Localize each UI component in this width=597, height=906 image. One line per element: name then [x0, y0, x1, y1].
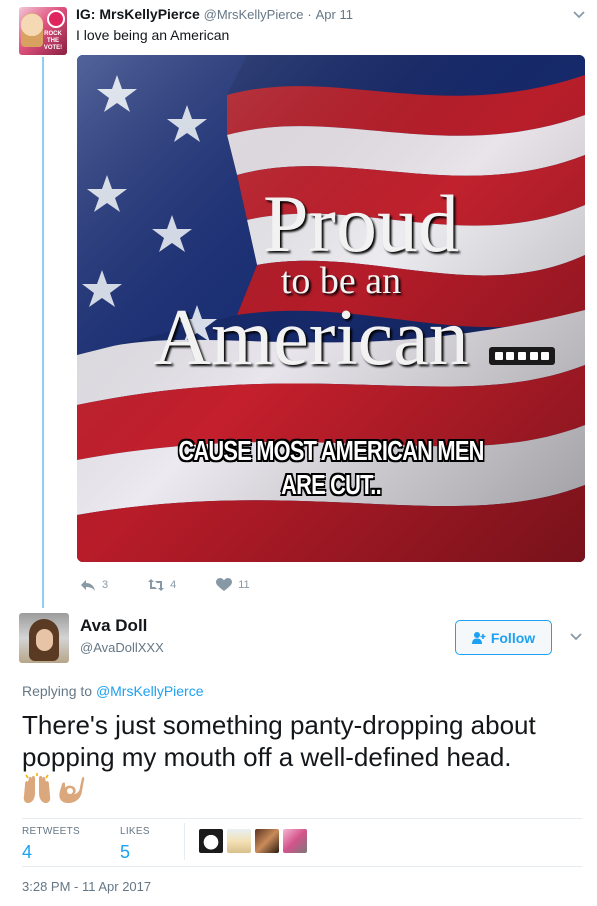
parent-tweet: ROCK THE VOTE! IG: MrsKellyPierce @MrsKe…: [0, 0, 597, 608]
parent-avatar[interactable]: ROCK THE VOTE!: [19, 7, 67, 55]
replying-prefix: Replying to: [22, 683, 93, 699]
ok-hand-emoji: [59, 776, 85, 803]
like-count: 11: [238, 579, 250, 591]
parent-action-bar: 3 4 11: [80, 576, 290, 594]
like-action[interactable]: 11: [216, 578, 250, 592]
retweet-icon: [148, 579, 165, 591]
parent-handle[interactable]: @MrsKellyPierce: [204, 7, 304, 22]
parent-date[interactable]: Apr 11: [316, 7, 353, 22]
replying-mention-link[interactable]: @MrsKellyPierce: [96, 683, 204, 699]
divider-top: [22, 818, 582, 819]
likes-value: 5: [119, 842, 130, 862]
parent-separator: ·: [307, 7, 312, 22]
reply-handle[interactable]: @AvaDollXXX: [80, 640, 164, 655]
reply-avatar[interactable]: [19, 613, 69, 663]
raised-hands-emoji: [23, 773, 51, 803]
liker-avatar[interactable]: [283, 829, 307, 853]
chevron-down-icon[interactable]: [572, 8, 586, 22]
engagement-stats: RETWEETS 4 LIKES 5: [22, 826, 190, 863]
liker-avatar[interactable]: [227, 829, 251, 853]
emoji-row: [22, 773, 90, 805]
likes-label: LIKES: [119, 826, 150, 837]
reply-icon: [81, 580, 95, 591]
avatar-face: [21, 13, 43, 47]
avatar-text: ROCK THE VOTE!: [43, 31, 63, 51]
parent-tweet-text: I love being an American: [76, 27, 230, 43]
parent-header: IG: MrsKellyPierce @MrsKellyPierce · Apr…: [76, 6, 353, 22]
heart-icon: [216, 578, 233, 591]
tweet-media-image[interactable]: Proud to be an American CAUSE MOST AMERI…: [77, 55, 585, 562]
follow-button[interactable]: Follow: [455, 620, 552, 655]
thread-line: [42, 57, 44, 608]
avatar-face: [36, 629, 53, 651]
reply-action[interactable]: 3: [80, 578, 108, 592]
media-dots: [489, 347, 555, 365]
meme-caption-line1: CAUSE MOST AMERICAN MEN: [178, 435, 484, 466]
media-text-american: American: [153, 294, 469, 382]
liker-avatar[interactable]: [255, 829, 279, 853]
follow-user-icon: [471, 631, 486, 644]
liker-avatar[interactable]: [199, 829, 223, 853]
media-text-proud: Proud: [263, 178, 459, 269]
avatar-badge: [47, 10, 65, 28]
retweets-value: 4: [22, 842, 33, 862]
retweet-action[interactable]: 4: [148, 578, 176, 592]
liker-avatars: [199, 829, 311, 853]
reply-display-name[interactable]: Ava Doll: [80, 616, 147, 636]
reply-tweet-text: There's just something panty-dropping ab…: [22, 710, 536, 772]
divider-bottom: [22, 866, 582, 867]
reply-count: 3: [102, 579, 109, 591]
retweet-count: 4: [170, 579, 177, 591]
reply-timestamp: 3:28 PM - 11 Apr 2017: [22, 879, 152, 894]
meme-caption-line2: ARE CUT..: [281, 469, 382, 500]
retweets-label: RETWEETS: [22, 826, 80, 837]
retweets-stat[interactable]: RETWEETS 4: [22, 826, 80, 863]
chevron-down-icon[interactable]: [569, 630, 583, 644]
parent-display-name[interactable]: IG: MrsKellyPierce: [76, 6, 200, 22]
replying-to: Replying to @MrsKellyPierce: [22, 683, 204, 699]
follow-button-label: Follow: [490, 629, 536, 646]
likes-stat[interactable]: LIKES 5: [120, 826, 150, 863]
stats-separator: [184, 823, 185, 860]
